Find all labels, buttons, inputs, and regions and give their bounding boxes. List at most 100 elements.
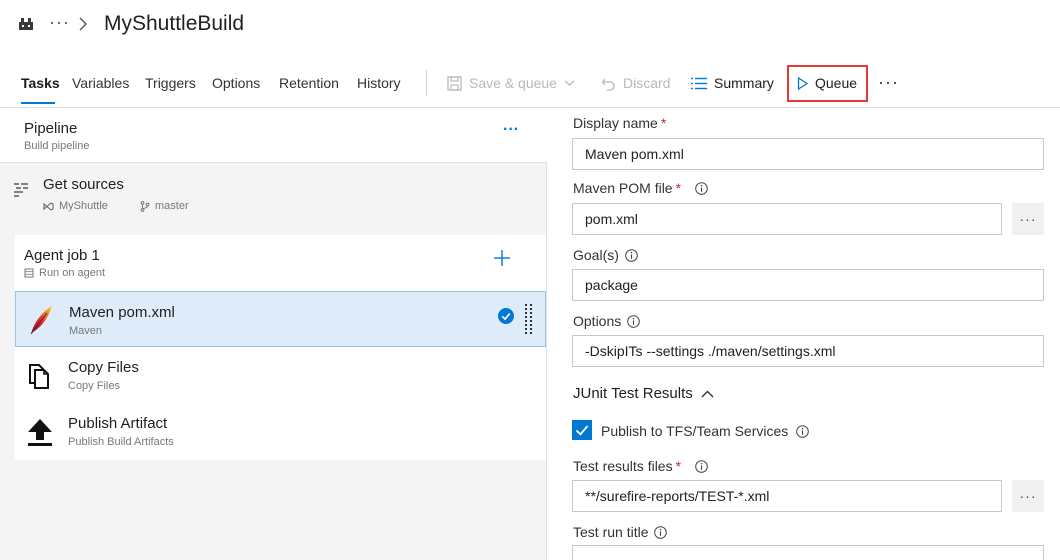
pipeline-subtitle: Build pipeline bbox=[24, 140, 90, 152]
info-icon[interactable] bbox=[627, 314, 641, 328]
agent-job-card: Agent job 1 Run on agent Maven pom.xml M… bbox=[15, 235, 546, 460]
junit-section-title: JUnit Test Results bbox=[573, 385, 693, 402]
branch-icon bbox=[140, 200, 150, 212]
display-name-input[interactable] bbox=[572, 138, 1044, 170]
task-item-maven[interactable]: Maven pom.xml Maven bbox=[15, 291, 546, 347]
summary-label: Summary bbox=[714, 75, 774, 91]
task-item-publish-artifact[interactable]: Publish Artifact Publish Build Artifacts bbox=[15, 403, 546, 459]
pipeline-title: Pipeline bbox=[24, 120, 78, 137]
page-header: ··· MyShuttleBuild bbox=[0, 0, 1060, 52]
task-item-copy-files[interactable]: Copy Files Copy Files bbox=[15, 347, 546, 403]
save-icon bbox=[447, 75, 462, 91]
info-icon[interactable] bbox=[654, 525, 668, 539]
label-text: Goal(s) bbox=[573, 247, 619, 263]
more-actions-button[interactable]: ··· bbox=[878, 72, 899, 93]
pom-file-input[interactable] bbox=[572, 203, 1002, 235]
source-lines-icon bbox=[14, 183, 28, 197]
active-tab-indicator bbox=[21, 102, 55, 104]
pipeline-header[interactable]: Pipeline Build pipeline ··· bbox=[0, 108, 547, 163]
list-icon bbox=[691, 77, 707, 89]
label-text: Display name bbox=[573, 115, 658, 131]
tasks-panel: Pipeline Build pipeline ··· Get sources … bbox=[0, 108, 547, 560]
queue-label: Queue bbox=[815, 75, 858, 91]
required-mark: * bbox=[660, 115, 667, 131]
page-title: MyShuttleBuild bbox=[104, 12, 245, 35]
task-properties-panel: Display name * Maven POM file * ··· Goal… bbox=[548, 108, 1060, 560]
publish-tfs-label: Publish to TFS/Team Services bbox=[601, 423, 789, 439]
chevron-up-icon bbox=[701, 390, 714, 397]
task-title: Maven pom.xml bbox=[69, 304, 175, 321]
checkmark-icon bbox=[575, 425, 589, 436]
add-task-icon[interactable] bbox=[492, 248, 512, 268]
tab-triggers[interactable]: Triggers bbox=[145, 75, 196, 91]
breadcrumb-ellipsis[interactable]: ··· bbox=[49, 12, 70, 33]
tab-variables[interactable]: Variables bbox=[72, 75, 129, 91]
test-run-title-input[interactable] bbox=[572, 545, 1044, 560]
info-icon[interactable] bbox=[625, 248, 638, 262]
label-text: Options bbox=[573, 313, 622, 329]
options-label: Options bbox=[573, 313, 641, 329]
check-circle-icon bbox=[498, 308, 514, 324]
task-subtitle: Publish Build Artifacts bbox=[68, 436, 174, 448]
repo-name: MyShuttle bbox=[59, 200, 108, 212]
info-icon[interactable] bbox=[695, 459, 708, 473]
options-input[interactable] bbox=[572, 335, 1044, 367]
publish-tfs-label-row: Publish to TFS/Team Services bbox=[601, 423, 810, 439]
task-subtitle: Maven bbox=[69, 325, 103, 337]
branch-name: master bbox=[155, 200, 189, 212]
queue-button[interactable]: Queue bbox=[797, 75, 857, 91]
agent-job-subtitle: Run on agent bbox=[39, 267, 106, 279]
label-text: Test results files bbox=[573, 458, 673, 474]
pom-file-browse-button[interactable]: ··· bbox=[1012, 203, 1044, 235]
discard-button[interactable]: Discard bbox=[601, 75, 670, 91]
server-icon bbox=[24, 268, 34, 278]
chevron-right-icon bbox=[79, 17, 87, 31]
label-text: Maven POM file bbox=[573, 180, 673, 196]
tab-options[interactable]: Options bbox=[212, 75, 260, 91]
pom-file-label: Maven POM file * bbox=[573, 180, 708, 196]
test-results-files-label: Test results files * bbox=[573, 458, 708, 474]
label-text: Test run title bbox=[573, 524, 649, 540]
junit-section-header[interactable]: JUnit Test Results bbox=[573, 385, 714, 402]
tab-tasks[interactable]: Tasks bbox=[21, 75, 60, 91]
required-mark: * bbox=[675, 458, 682, 474]
save-queue-button[interactable]: Save & queue bbox=[447, 75, 575, 91]
undo-icon bbox=[601, 78, 615, 91]
agent-job-title: Agent job 1 bbox=[24, 247, 100, 264]
agent-job-header[interactable]: Agent job 1 Run on agent bbox=[15, 235, 546, 290]
toolbar: Tasks Variables Triggers Options Retenti… bbox=[0, 62, 1060, 108]
get-sources-item[interactable]: Get sources MyShuttle master bbox=[0, 164, 546, 224]
task-subtitle: Copy Files bbox=[68, 380, 120, 392]
publish-tfs-checkbox[interactable] bbox=[572, 420, 592, 440]
pipeline-more-button[interactable]: ··· bbox=[503, 121, 519, 139]
goals-label: Goal(s) bbox=[573, 247, 638, 263]
tab-retention[interactable]: Retention bbox=[279, 75, 339, 91]
build-pipeline-icon bbox=[19, 18, 33, 30]
info-icon[interactable] bbox=[796, 424, 810, 438]
chevron-down-icon bbox=[564, 80, 575, 86]
repo-info: MyShuttle bbox=[43, 200, 108, 212]
discard-label: Discard bbox=[623, 75, 671, 91]
upload-arrow-icon bbox=[28, 419, 52, 446]
play-icon bbox=[797, 76, 808, 90]
agent-job-subtitle-row: Run on agent bbox=[24, 267, 105, 279]
save-queue-label: Save & queue bbox=[469, 75, 557, 91]
toolbar-divider bbox=[426, 70, 427, 96]
required-mark: * bbox=[675, 180, 682, 196]
summary-button[interactable]: Summary bbox=[691, 75, 774, 91]
task-title: Publish Artifact bbox=[68, 415, 168, 432]
visual-studio-icon bbox=[43, 201, 54, 211]
branch-info: master bbox=[140, 200, 189, 212]
drag-handle-icon[interactable] bbox=[525, 304, 533, 334]
test-run-title-label: Test run title bbox=[573, 524, 668, 540]
tab-history[interactable]: History bbox=[357, 75, 401, 91]
test-results-files-input[interactable] bbox=[572, 480, 1002, 512]
task-title: Copy Files bbox=[68, 359, 139, 376]
info-icon[interactable] bbox=[695, 181, 708, 195]
copy-files-icon bbox=[29, 364, 49, 389]
display-name-label: Display name * bbox=[573, 115, 666, 131]
test-results-browse-button[interactable]: ··· bbox=[1012, 480, 1044, 512]
maven-feather-icon bbox=[30, 306, 52, 335]
goals-input[interactable] bbox=[572, 269, 1044, 301]
get-sources-title: Get sources bbox=[43, 176, 124, 193]
